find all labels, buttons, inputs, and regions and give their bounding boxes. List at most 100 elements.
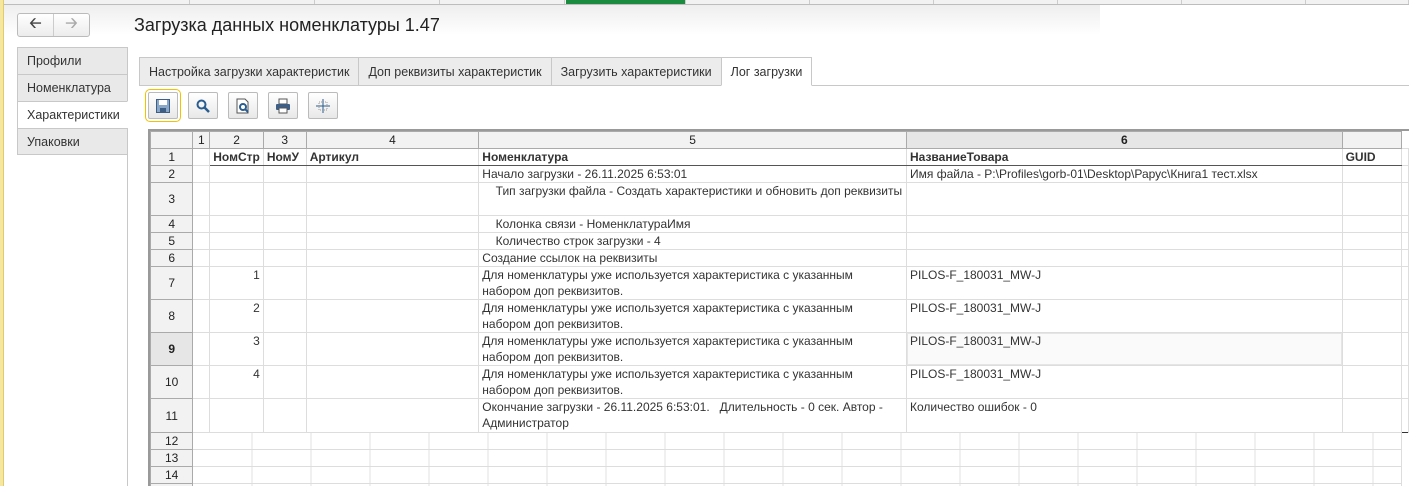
row-header[interactable]: 9	[150, 332, 194, 366]
table-cell[interactable]: PILOS-F_180031_MW-J	[905, 266, 1343, 300]
table-cell[interactable]: Начало загрузки - 26.11.2025 6:53:01	[478, 165, 907, 183]
table-cell[interactable]	[905, 182, 1343, 216]
table-cell[interactable]	[262, 299, 307, 333]
table-cell[interactable]: Для номенклатуры уже используется характ…	[478, 299, 907, 333]
tab-extra-attributes[interactable]: Доп реквизиты характеристик	[358, 57, 551, 86]
table-cell[interactable]	[1341, 398, 1403, 433]
table-cell[interactable]: PILOS-F_180031_MW-J	[905, 332, 1343, 366]
left-tab-packages[interactable]: Упаковки	[17, 128, 128, 155]
table-cell[interactable]	[209, 165, 264, 183]
table-cell[interactable]	[192, 249, 211, 267]
table-cell[interactable]	[1401, 332, 1409, 366]
table-cell[interactable]: Артикул	[305, 148, 480, 166]
column-header[interactable]: 4	[305, 131, 480, 149]
table-cell[interactable]	[305, 165, 480, 183]
table-cell[interactable]	[192, 182, 211, 216]
table-cell[interactable]: Окончание загрузки - 26.11.2025 6:53:01.…	[478, 398, 907, 433]
table-cell[interactable]	[1401, 398, 1409, 433]
table-cell[interactable]	[192, 332, 211, 366]
table-cell[interactable]	[262, 215, 307, 233]
table-cell[interactable]	[262, 266, 307, 300]
table-cell[interactable]	[192, 215, 211, 233]
table-cell[interactable]	[305, 299, 480, 333]
table-cell[interactable]	[1341, 215, 1403, 233]
left-tab-nomenclature[interactable]: Номенклатура	[17, 74, 128, 101]
preview-button[interactable]	[228, 92, 258, 119]
row-header[interactable]: 12	[150, 432, 194, 450]
table-cell[interactable]: 2	[209, 299, 264, 333]
table-cell[interactable]	[1341, 249, 1403, 267]
table-cell[interactable]: Имя файла - P:\Profiles\gorb-01\Desktop\…	[905, 165, 1343, 183]
spreadsheet-log[interactable]: 1 2 3 4 5 6 1 НомСтр НомУ Артикул Номенклатура Назв…	[148, 129, 1409, 486]
table-cell[interactable]: Для номенклатуры уже используется характ…	[478, 266, 907, 300]
row-header[interactable]: 5	[150, 232, 194, 250]
table-cell[interactable]	[262, 232, 307, 250]
table-cell[interactable]: PILOS-F_180031_MW-J	[905, 299, 1343, 333]
table-cell[interactable]	[905, 249, 1343, 267]
table-cell[interactable]	[209, 232, 264, 250]
find-button[interactable]	[188, 92, 218, 119]
table-cell[interactable]	[905, 215, 1343, 233]
table-cell[interactable]	[1401, 249, 1409, 267]
table-cell[interactable]: Для номенклатуры уже используется характ…	[478, 332, 907, 366]
move-button[interactable]	[308, 92, 338, 119]
empty-cells[interactable]	[192, 466, 1402, 484]
table-cell[interactable]	[1401, 365, 1409, 399]
tab-load-characteristics[interactable]: Загрузить характеристики	[550, 57, 721, 86]
row-header[interactable]: 13	[150, 449, 194, 467]
table-cell[interactable]	[262, 182, 307, 216]
column-header[interactable]: 1	[192, 131, 211, 149]
table-cell[interactable]	[192, 266, 211, 300]
column-header[interactable]: 6	[905, 131, 1343, 149]
tab-load-settings[interactable]: Настройка загрузки характеристик	[139, 57, 359, 86]
table-cell[interactable]: 3	[209, 332, 264, 366]
table-cell[interactable]: НазваниеТовара	[905, 148, 1343, 166]
row-header[interactable]: 3	[150, 182, 194, 216]
table-cell[interactable]	[192, 299, 211, 333]
row-header[interactable]: 8	[150, 299, 194, 333]
empty-cells[interactable]	[192, 449, 1402, 467]
table-cell[interactable]	[1341, 165, 1403, 183]
table-cell[interactable]	[1401, 182, 1409, 216]
table-cell[interactable]	[209, 215, 264, 233]
column-header[interactable]	[150, 131, 194, 149]
table-cell[interactable]	[209, 249, 264, 267]
table-cell[interactable]	[1341, 182, 1403, 216]
row-header[interactable]: 14	[150, 466, 194, 484]
left-tab-profiles[interactable]: Профили	[17, 47, 128, 74]
table-cell[interactable]: GUID	[1341, 148, 1403, 166]
save-button[interactable]	[145, 89, 181, 122]
column-header[interactable]: 2	[209, 131, 264, 149]
table-cell[interactable]	[305, 249, 480, 267]
table-cell[interactable]	[1401, 232, 1409, 250]
table-cell[interactable]	[262, 249, 307, 267]
table-cell[interactable]: НомУ	[262, 148, 307, 166]
table-cell[interactable]	[305, 266, 480, 300]
table-cell[interactable]	[305, 398, 480, 433]
row-header[interactable]: 11	[150, 398, 194, 433]
table-cell[interactable]	[1401, 299, 1409, 333]
table-cell[interactable]	[305, 365, 480, 399]
forward-button[interactable]: 🡢	[54, 14, 89, 36]
table-cell[interactable]	[209, 398, 264, 433]
table-cell[interactable]	[1401, 165, 1409, 183]
table-cell[interactable]	[905, 232, 1343, 250]
table-cell[interactable]	[305, 232, 480, 250]
table-cell[interactable]: Создание ссылок на реквизиты	[478, 249, 907, 267]
table-cell[interactable]: Колонка связи - НоменклатураИмя	[478, 215, 907, 233]
table-cell[interactable]: Для номенклатуры уже используется характ…	[478, 365, 907, 399]
table-cell[interactable]	[1341, 266, 1403, 300]
tab-load-log[interactable]: Лог загрузки	[720, 57, 813, 86]
table-cell[interactable]	[1401, 148, 1409, 166]
table-cell[interactable]	[262, 398, 307, 433]
table-cell[interactable]	[262, 365, 307, 399]
row-header[interactable]: 4	[150, 215, 194, 233]
row-header[interactable]: 6	[150, 249, 194, 267]
table-cell[interactable]	[192, 398, 211, 433]
table-cell[interactable]	[192, 232, 211, 250]
row-header[interactable]: 10	[150, 365, 194, 399]
row-header[interactable]: 1	[150, 148, 194, 166]
column-header[interactable]	[1341, 131, 1403, 149]
table-cell[interactable]	[305, 215, 480, 233]
table-cell[interactable]	[262, 332, 307, 366]
